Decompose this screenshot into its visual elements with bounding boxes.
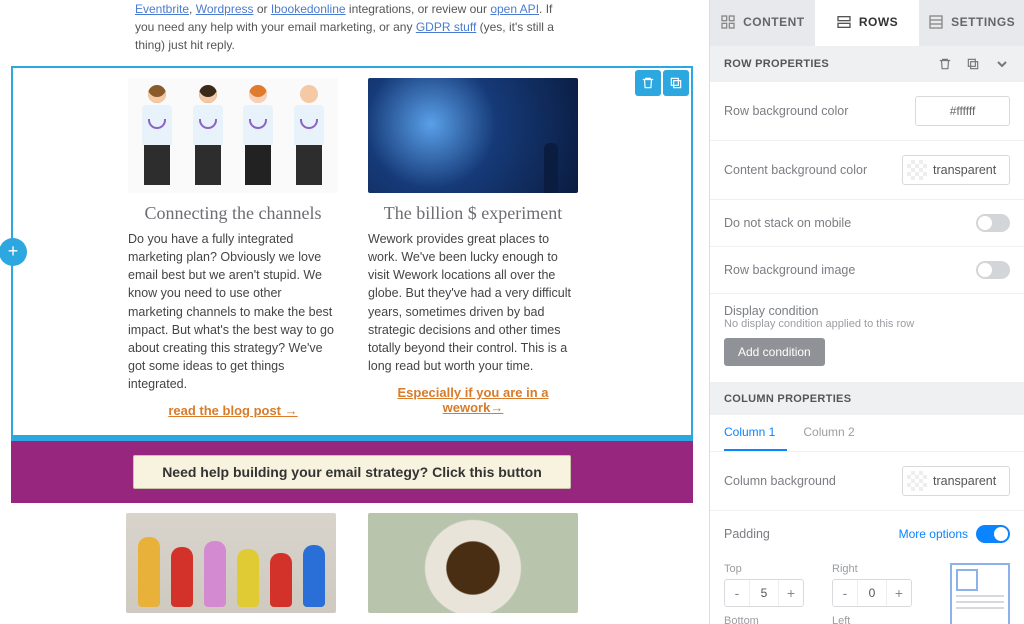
content-bgcolor-input[interactable]: transparent: [902, 155, 1010, 185]
row-below[interactable]: Update alert, meet Burt Prepare yourself: [5, 503, 699, 624]
more-options-link[interactable]: More options: [899, 527, 968, 541]
burt-image: [126, 513, 336, 613]
wework-image: [368, 78, 578, 193]
delete-icon[interactable]: [938, 57, 952, 71]
strategy-cta-button[interactable]: Need help building your email strategy? …: [133, 455, 571, 489]
column-bg-label: Column background: [724, 474, 836, 488]
column-tab-2[interactable]: Column 2: [803, 415, 866, 451]
row-bgcolor-label: Row background color: [724, 104, 848, 118]
link-wordpress[interactable]: Wordpress: [196, 2, 254, 16]
column-tab-1[interactable]: Column 1: [724, 415, 787, 451]
padding-preview: [950, 563, 1010, 624]
pad-right-label: Right: [832, 563, 926, 575]
add-condition-button[interactable]: Add condition: [724, 338, 825, 366]
link-eventbrite[interactable]: Eventbrite: [135, 2, 189, 16]
display-condition-label: Display condition: [724, 304, 1010, 318]
intro-text: Eventbrite, Wordpress or Ibookedonline i…: [5, 0, 699, 54]
column-1[interactable]: Connecting the channels Do you have a fu…: [128, 78, 338, 420]
chevron-down-icon[interactable]: [994, 56, 1010, 72]
column-properties-header: COLUMN PROPERTIES: [710, 383, 1024, 415]
pad-top-label: Top: [724, 563, 818, 575]
people-illustration: [128, 78, 338, 193]
col1-body: Do you have a fully integrated marketing…: [128, 230, 338, 393]
display-condition-sub: No display condition applied to this row: [724, 318, 1010, 330]
pad-bottom-label: Bottom: [724, 615, 818, 624]
tab-rows[interactable]: ROWS: [815, 0, 920, 46]
row-bgimage-toggle[interactable]: [976, 261, 1010, 279]
link-openapi[interactable]: open API: [490, 2, 539, 16]
add-row-button[interactable]: +: [0, 238, 27, 266]
link-gdpr[interactable]: GDPR stuff: [416, 20, 476, 34]
link-ibookedonline[interactable]: Ibookedonline: [271, 2, 346, 16]
cta-bar-row[interactable]: Need help building your email strategy? …: [11, 441, 693, 503]
column-2[interactable]: The billion $ experiment Wework provides…: [368, 78, 578, 420]
col1-cta-link[interactable]: read the blog post →: [168, 403, 297, 418]
padding-label: Padding: [724, 527, 770, 541]
delete-row-icon[interactable]: [635, 70, 661, 96]
duplicate-row-icon[interactable]: [663, 70, 689, 96]
duplicate-icon[interactable]: [966, 57, 980, 71]
row-bgcolor-input[interactable]: #ffffff: [915, 96, 1010, 126]
selected-row[interactable]: + Connecting the channels Do y: [11, 66, 693, 437]
stack-mobile-label: Do not stack on mobile: [724, 216, 851, 230]
properties-panel: CONTENT ROWS SETTINGS ROW PROPERTIES: [709, 0, 1024, 624]
row-bgimage-label: Row background image: [724, 263, 855, 277]
content-bgcolor-label: Content background color: [724, 163, 867, 177]
col2-cta-link[interactable]: Especially if you are in a wework→: [368, 385, 578, 415]
coffee-image: [368, 513, 578, 613]
row-properties-header: ROW PROPERTIES: [710, 46, 1024, 82]
stack-mobile-toggle[interactable]: [976, 214, 1010, 232]
col2-title: The billion $ experiment: [368, 203, 578, 224]
col2-body: Wework provides great places to work. We…: [368, 230, 578, 375]
more-options-toggle[interactable]: [976, 525, 1010, 543]
col1-title: Connecting the channels: [128, 203, 338, 224]
pad-left-label: Left: [832, 615, 926, 624]
tab-content[interactable]: CONTENT: [710, 0, 815, 46]
column-bg-input[interactable]: transparent: [902, 466, 1010, 496]
pad-right-stepper[interactable]: -0+: [832, 579, 912, 607]
pad-top-stepper[interactable]: -5+: [724, 579, 804, 607]
tab-settings[interactable]: SETTINGS: [919, 0, 1024, 46]
